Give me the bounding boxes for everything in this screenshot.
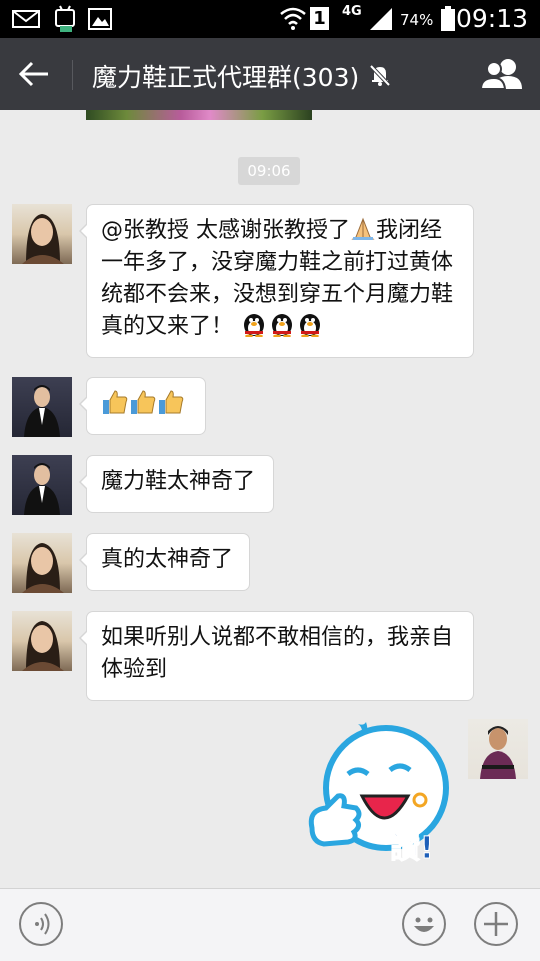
avatar[interactable]: [12, 455, 72, 515]
penguin-emoji: [272, 314, 293, 337]
back-arrow-icon[interactable]: [16, 58, 56, 90]
voice-icon: [35, 913, 50, 935]
message-bubble[interactable]: 真的太神奇了: [79, 533, 250, 591]
group-title: 魔力鞋正式代理群(303): [92, 63, 360, 92]
avatar[interactable]: [12, 377, 72, 437]
thumbs-up-emoji: [131, 390, 156, 414]
group-members-icon[interactable]: [480, 57, 524, 91]
mute-bell-icon: [369, 64, 391, 87]
person-avatar-image: [24, 463, 60, 515]
more-button[interactable]: [474, 902, 518, 946]
clock: 09:13: [455, 4, 528, 33]
signal-icon: [370, 8, 392, 30]
person-avatar-image: [22, 621, 64, 671]
chat-header: 魔力鞋正式代理群(303): [0, 38, 540, 110]
smiley-icon: [414, 917, 434, 932]
self-avatar[interactable]: [468, 719, 528, 779]
battery-icon: [441, 6, 455, 31]
thumbs-up-emoji: [103, 390, 128, 414]
message-bubble[interactable]: @张教授 太感谢张教授了 我闭经一年多了，没穿魔力鞋之前打过黄体统都不会来，没想到…: [79, 204, 474, 358]
pray-emoji: [351, 217, 375, 240]
message-text: 魔力鞋太神奇了: [101, 469, 256, 494]
person-avatar-image: [480, 726, 516, 779]
status-bar: 1 4G 74% 09:13: [0, 0, 540, 38]
avatar[interactable]: [12, 611, 72, 671]
network-type: 4G: [342, 4, 362, 19]
message-timestamp: 09:06: [238, 157, 300, 185]
header-divider: [72, 60, 73, 90]
voice-button[interactable]: [19, 902, 63, 946]
penguin-emoji: [244, 314, 265, 337]
message-text: 如果听别人说都不敢相信的，我亲自体验到: [101, 625, 454, 682]
emoji-button[interactable]: [402, 902, 446, 946]
image-icon: [88, 8, 112, 30]
input-bar: [0, 888, 540, 961]
message-bubble[interactable]: 如果听别人说都不敢相信的，我亲自体验到: [79, 611, 474, 701]
android-icon: [55, 5, 75, 32]
message-bubble[interactable]: 魔力鞋太神奇了: [79, 455, 274, 513]
message-bubble[interactable]: [79, 377, 206, 435]
thumbs-up-emoji: [159, 390, 184, 414]
message-text: @张教授 太感谢张教授了: [101, 218, 350, 243]
avatar[interactable]: [12, 533, 72, 593]
avatar[interactable]: [12, 204, 72, 264]
plus-icon: [484, 912, 508, 936]
wifi-icon: [280, 7, 306, 30]
penguin-emoji: [300, 314, 321, 337]
person-avatar-image: [22, 214, 64, 264]
image-message-fragment[interactable]: [86, 110, 312, 120]
message-text: 真的太神奇了: [101, 547, 234, 572]
sim-badge: 1: [310, 7, 329, 30]
person-avatar-image: [22, 543, 64, 593]
mail-icon: [12, 10, 40, 28]
person-avatar-image: [24, 385, 60, 437]
thumbs-up-sticker[interactable]: 讚!: [304, 718, 464, 878]
battery-percent: 74%: [400, 11, 434, 29]
sticker-text: 讚!: [390, 831, 434, 866]
